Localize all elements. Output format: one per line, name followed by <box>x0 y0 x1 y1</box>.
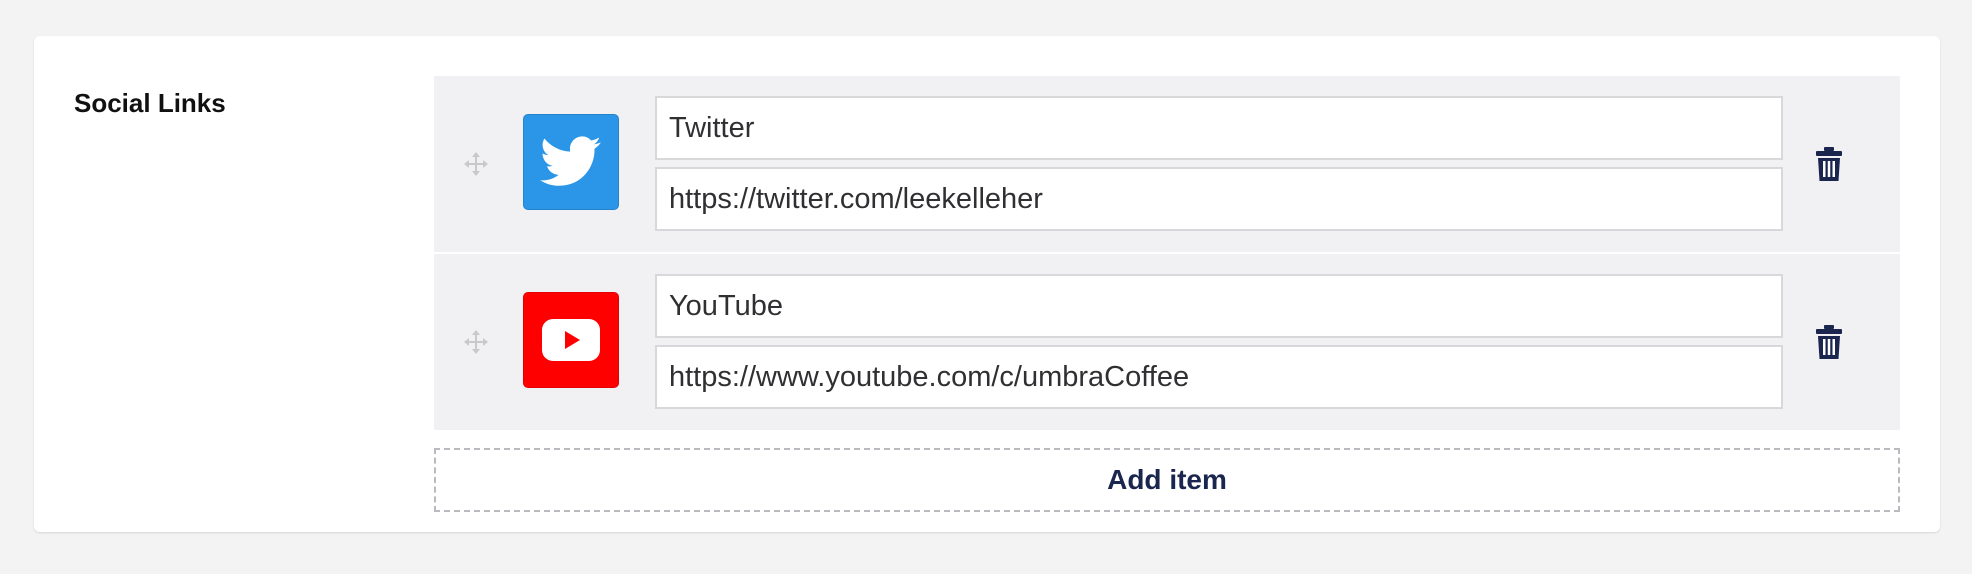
twitter-icon[interactable] <box>523 114 619 210</box>
social-links-editor: Add item <box>434 76 1900 512</box>
link-url-field[interactable] <box>655 167 1783 231</box>
property-label: Social Links <box>74 88 226 118</box>
link-url-field[interactable] <box>655 345 1783 409</box>
trash-icon[interactable] <box>1814 324 1844 360</box>
list-item <box>434 254 1900 430</box>
link-name-field[interactable] <box>655 274 1783 338</box>
link-name-field[interactable] <box>655 96 1783 160</box>
list-item <box>434 76 1900 252</box>
drag-handle-icon[interactable] <box>462 150 490 178</box>
youtube-icon[interactable] <box>523 292 619 388</box>
drag-handle-icon[interactable] <box>462 328 490 356</box>
trash-icon[interactable] <box>1814 146 1844 182</box>
add-item-button[interactable]: Add item <box>434 448 1900 512</box>
property-panel: Social Links Twitter https://twitter.com… <box>34 36 1940 532</box>
